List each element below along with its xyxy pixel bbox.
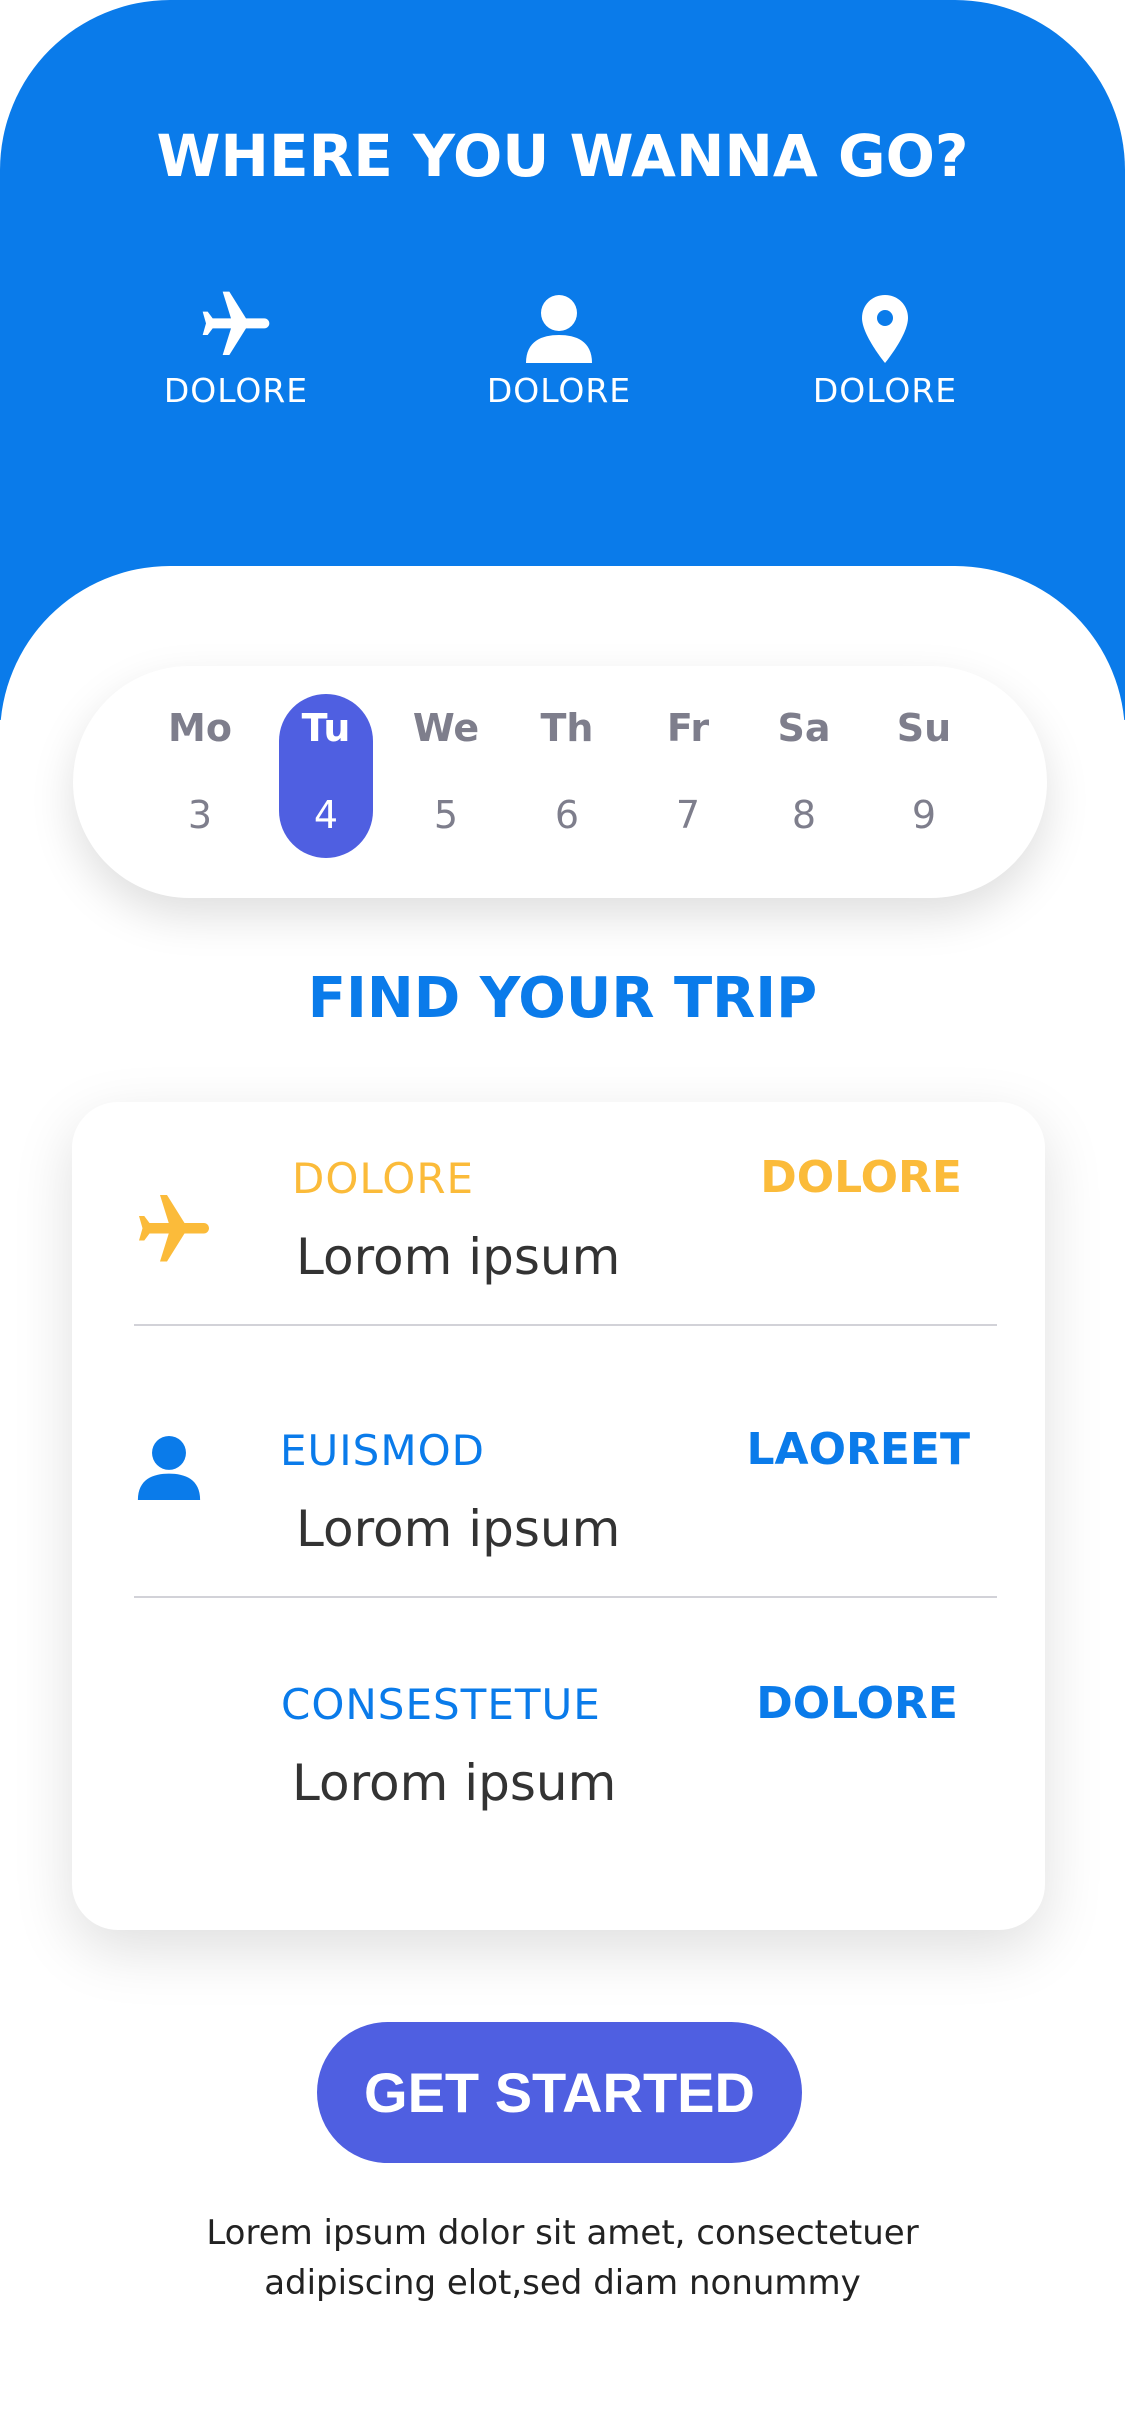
day-date: 4	[313, 793, 339, 837]
day-date: 5	[433, 793, 459, 837]
day-tu[interactable]: Tu 4	[281, 666, 371, 898]
day-name: Sa	[777, 706, 831, 750]
day-name: Su	[896, 706, 952, 750]
mode-person[interactable]: DOLORE	[459, 285, 659, 410]
day-name: We	[412, 706, 480, 750]
trip-row-description: Lorom ipsum	[296, 1500, 621, 1558]
trip-row-description: Lorom ipsum	[296, 1228, 621, 1286]
mode-label: DOLORE	[812, 371, 958, 410]
get-started-button[interactable]: GET STARTED	[317, 2022, 802, 2163]
trip-row-description: Lorom ipsum	[292, 1754, 617, 1812]
row-divider	[134, 1324, 997, 1326]
day-name: Fr	[666, 706, 710, 750]
trip-row-label: EUISMOD	[280, 1426, 485, 1475]
mode-label: DOLORE	[163, 371, 309, 410]
day-date: 8	[791, 793, 817, 837]
day-su[interactable]: Su 9	[879, 666, 969, 898]
day-mo[interactable]: Mo 3	[155, 666, 245, 898]
footer-line: adipiscing elot,sed diam nonummy	[264, 2263, 861, 2303]
day-th[interactable]: Th 6	[522, 666, 612, 898]
mode-label: DOLORE	[486, 371, 632, 410]
day-name: Th	[540, 706, 594, 750]
section-title: FIND YOUR TRIP	[307, 966, 818, 1031]
footer-text: Lorem ipsum dolor sit amet, consectetuer…	[0, 2208, 1125, 2308]
trip-row-value[interactable]: LAOREET	[700, 1424, 970, 1475]
airplane-icon	[132, 1188, 216, 1276]
day-name: Tu	[301, 706, 351, 750]
airplane-icon	[136, 285, 336, 365]
trip-row-value[interactable]: DOLORE	[700, 1678, 958, 1729]
day-name: Mo	[168, 706, 232, 750]
trip-row-value[interactable]: DOLORE	[700, 1152, 962, 1203]
day-date: 6	[554, 793, 580, 837]
user-icon	[136, 1434, 202, 1506]
footer-line: Lorem ipsum dolor sit amet, consectetuer	[206, 2213, 919, 2253]
day-sa[interactable]: Sa 8	[759, 666, 849, 898]
trip-row-label: CONSESTETUE	[281, 1680, 601, 1729]
day-date: 9	[911, 793, 937, 837]
mode-location[interactable]: DOLORE	[785, 285, 985, 410]
location-pin-icon	[785, 285, 985, 365]
day-we[interactable]: We 5	[401, 666, 491, 898]
page-title: WHERE YOU WANNA GO?	[156, 122, 969, 190]
user-icon	[459, 285, 659, 365]
day-date: 3	[187, 793, 213, 837]
row-divider	[134, 1596, 997, 1598]
mode-flight[interactable]: DOLORE	[136, 285, 336, 410]
trip-row-label: DOLORE	[292, 1154, 475, 1203]
day-fr[interactable]: Fr 7	[643, 666, 733, 898]
day-date: 7	[675, 793, 701, 837]
